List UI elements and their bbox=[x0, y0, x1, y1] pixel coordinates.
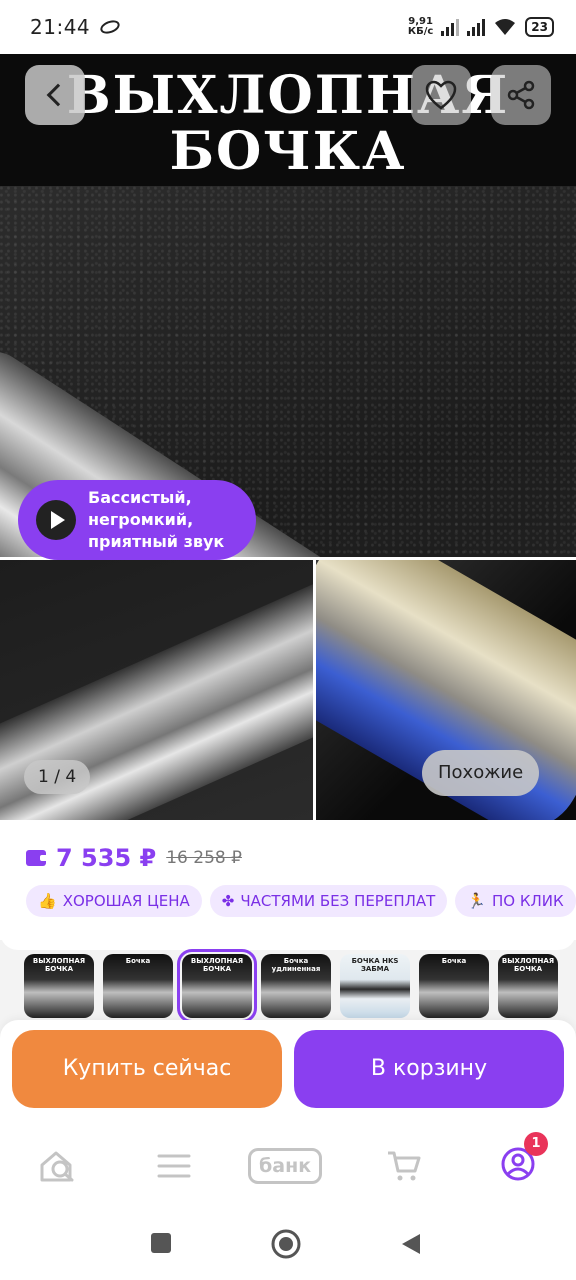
menu-icon bbox=[157, 1154, 191, 1178]
tab-profile[interactable]: 1 bbox=[498, 1132, 548, 1186]
share-button[interactable] bbox=[491, 65, 551, 125]
badge-installments[interactable]: ✤ ЧАСТЯМИ БЕЗ ПЕРЕПЛАТ bbox=[209, 885, 448, 917]
status-bar: 21:44 9,91 КБ/с 23 bbox=[0, 0, 576, 54]
thumbnail-caption: ВЫХЛОПНАЯ БОЧКА bbox=[32, 957, 86, 973]
tab-cart[interactable] bbox=[384, 1146, 424, 1186]
thumbnail-caption: ВЫХЛОПНАЯ БОЧКА bbox=[190, 957, 244, 973]
thumbnail[interactable]: ВЫХЛОПНАЯ БОЧКА bbox=[24, 954, 94, 1018]
thumbnail-selected[interactable]: ВЫХЛОПНАЯ БОЧКА bbox=[177, 949, 257, 1023]
heart-icon bbox=[425, 80, 457, 110]
notification-badge: 1 bbox=[524, 1132, 548, 1156]
current-price: 7 535 ₽ bbox=[56, 844, 157, 872]
status-time: 21:44 bbox=[30, 15, 91, 39]
bottom-tab-bar: банк 1 bbox=[0, 1124, 576, 1208]
price-row: 7 535 ₽ 16 258 ₽ bbox=[26, 844, 242, 872]
signal-icon bbox=[467, 18, 486, 36]
product-info: 7 535 ₽ 16 258 ₽ 👍 ХОРОШАЯ ЦЕНА ✤ ЧАСТЯМ… bbox=[0, 820, 576, 950]
tab-catalog[interactable] bbox=[154, 1146, 194, 1186]
video-caption: Бассистый, негромкий, приятный звук bbox=[88, 487, 224, 553]
tab-bank[interactable]: банк bbox=[248, 1146, 323, 1186]
wallet-icon bbox=[26, 850, 48, 866]
badge-one-click[interactable]: 🏃 ПО КЛИК bbox=[455, 885, 576, 917]
video-review-button[interactable]: Бассистый, негромкий, приятный звук bbox=[18, 480, 256, 560]
old-price: 16 258 ₽ bbox=[166, 848, 242, 868]
hero-banner: ВЫХЛОПНАЯ БОЧКА bbox=[0, 54, 576, 186]
thumbnail[interactable]: Бочка bbox=[419, 954, 489, 1018]
bank-label: банк bbox=[248, 1148, 323, 1184]
action-bar: Купить сейчас В корзину bbox=[0, 1020, 576, 1124]
similar-button[interactable]: Похожие bbox=[422, 750, 540, 796]
network-speed: 9,91 КБ/с bbox=[408, 17, 433, 37]
chevron-left-icon bbox=[46, 83, 70, 107]
buy-now-button[interactable]: Купить сейчас bbox=[12, 1030, 282, 1108]
hero-title: ВЫХЛОПНАЯ БОЧКА bbox=[0, 68, 576, 180]
badge-good-price[interactable]: 👍 ХОРОШАЯ ЦЕНА bbox=[26, 885, 202, 917]
square-icon bbox=[151, 1233, 171, 1253]
back-nav-button[interactable] bbox=[400, 1232, 422, 1260]
video-caption-line3: приятный звук bbox=[88, 532, 225, 551]
thumbs-up-icon: 👍 bbox=[38, 892, 57, 910]
circle-icon bbox=[271, 1229, 301, 1259]
cart-icon bbox=[388, 1151, 421, 1181]
favorite-button[interactable] bbox=[411, 65, 471, 125]
network-speed-unit: КБ/с bbox=[407, 26, 434, 37]
add-to-cart-button[interactable]: В корзину bbox=[294, 1030, 564, 1108]
back-button[interactable] bbox=[25, 65, 85, 125]
badges-row[interactable]: 👍 ХОРОШАЯ ЦЕНА ✤ ЧАСТЯМИ БЕЗ ПЕРЕПЛАТ 🏃 … bbox=[26, 885, 576, 917]
home-search-icon bbox=[40, 1151, 74, 1182]
video-caption-line1: Бассистый, bbox=[88, 488, 192, 507]
video-caption-line2: негромкий, bbox=[88, 510, 194, 529]
thumbnail[interactable]: Бочка bbox=[103, 954, 173, 1018]
image-counter: 1 / 4 bbox=[24, 760, 91, 794]
hero-title-line1: ВЫХЛОПНАЯ bbox=[66, 65, 510, 126]
badge-label: ХОРОШАЯ ЦЕНА bbox=[62, 892, 190, 910]
wifi-icon bbox=[495, 19, 516, 35]
thumbnail[interactable]: ВЫХЛОПНАЯ БОЧКА bbox=[498, 954, 558, 1018]
triangle-back-icon bbox=[402, 1234, 420, 1254]
system-nav-bar bbox=[0, 1208, 576, 1280]
signal-icon bbox=[441, 18, 460, 36]
badge-label: ПО КЛИК bbox=[492, 892, 564, 910]
profile-wrap: 1 bbox=[500, 1132, 548, 1186]
share-icon bbox=[507, 80, 535, 110]
product-gallery[interactable]: ВЫХЛОПНАЯ БОЧКА bbox=[0, 54, 576, 820]
status-right: 9,91 КБ/с 23 bbox=[408, 17, 554, 37]
thumbnail-caption: ВЫХЛОПНАЯ БОЧКА bbox=[501, 957, 555, 973]
puzzle-icon: ✤ bbox=[221, 892, 235, 910]
badge-label: ЧАСТЯМИ БЕЗ ПЕРЕПЛАТ bbox=[240, 892, 436, 910]
running-icon: 🏃 bbox=[467, 892, 486, 910]
thumbnail-caption: Бочка bbox=[125, 957, 151, 965]
thumbnail[interactable]: БОЧКА HKS ЗАБМА bbox=[340, 954, 410, 1018]
thumbnail[interactable]: Бочка удлиненная bbox=[261, 954, 331, 1018]
hero-title-line2: БОЧКА bbox=[169, 121, 407, 182]
thumbnail-caption: Бочка bbox=[441, 957, 467, 965]
home-button[interactable] bbox=[270, 1228, 302, 1264]
recent-apps-button[interactable] bbox=[150, 1232, 172, 1258]
battery-indicator: 23 bbox=[525, 17, 554, 37]
play-icon bbox=[36, 500, 76, 540]
notification-icon bbox=[98, 17, 122, 37]
thumbnail-caption: БОЧКА HKS ЗАБМА bbox=[351, 957, 399, 973]
thumbnail-caption: Бочка удлиненная bbox=[271, 957, 321, 973]
thumbnail-strip[interactable]: ВЫХЛОПНАЯ БОЧКА Бочка ВЫХЛОПНАЯ БОЧКА Бо… bbox=[24, 949, 558, 1023]
tab-home[interactable] bbox=[38, 1146, 78, 1186]
